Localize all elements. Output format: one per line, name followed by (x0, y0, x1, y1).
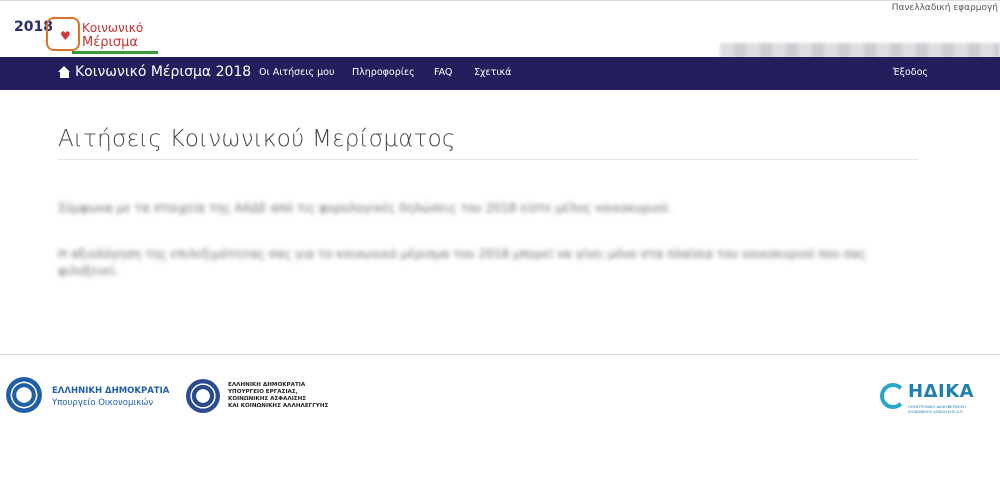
ministry1-line1: ΕΛΛΗΝΙΚΗ ΔΗΜΟΚΡΑΤΙΑ (52, 386, 170, 396)
main-navbar: Κοινωνικό Μέρισμα 2018 Οι Αιτήσεις μου Π… (0, 57, 1000, 90)
idika-subtitle: ΗΛΕΚΤΡΟΝΙΚΗ ΔΙΑΚΥΒΕΡΝΗΣΗ ΚΟΙΝΩΝΙΚΗΣ ΑΣΦΑ… (908, 404, 966, 414)
logout-link[interactable]: Έξοδος (893, 67, 928, 78)
greek-republic-seal-icon (6, 377, 42, 413)
heart-icon: ♥ (60, 29, 71, 43)
page-title: Αιτήσεις Κοινωνικού Μερίσματος (58, 126, 456, 152)
ministry2-text: ΕΛΛΗΝΙΚΗ ΔΗΜΟΚΡΑΤΙΑ ΥΠΟΥΡΓΕΙΟ ΕΡΓΑΣΙΑΣ, … (228, 382, 329, 409)
logo-underline (72, 51, 158, 54)
nav-information[interactable]: Πληροφορίες (352, 67, 415, 78)
idika-swirl-icon (880, 383, 906, 409)
nav-about[interactable]: Σχετικά (474, 67, 511, 78)
ministry1-line2: Υπουργείο Οικονομικών (52, 398, 154, 408)
info-paragraph-2: Η αξιολόγηση της επιλεξιμότητας σας για … (58, 247, 867, 278)
user-info-blurred (720, 43, 1000, 58)
brand-label: Κοινωνικό Μέρισμα 2018 (75, 64, 252, 80)
idika-logo: ΗΔΙΚΑ ΗΛΕΚΤΡΟΝΙΚΗ ΔΙΑΚΥΒΕΡΝΗΣΗ ΚΟΙΝΩΝΙΚΗ… (880, 381, 980, 415)
title-divider (58, 159, 918, 160)
logo-mark-icon: ♥ (46, 17, 80, 51)
brand-home-link[interactable]: Κοινωνικό Μέρισμα 2018 (58, 64, 251, 80)
info-paragraph-1: Σύμφωνα με τα στοιχεία της ΑΑΔΕ από τις … (58, 201, 672, 215)
logo-line2: Μέρισμα (82, 35, 138, 50)
logo-line1: Κοινωνικό (82, 21, 144, 35)
top-header: 2018 ♥ Κοινωνικό Μέρισμα Πανελλαδική εφα… (0, 0, 1000, 58)
ministry-labour-seal-icon (186, 379, 220, 413)
idika-name: ΗΔΙΚΑ (908, 381, 975, 402)
region-link[interactable]: Πανελλαδική εφαρμογή (892, 3, 998, 13)
nav-my-applications[interactable]: Οι Αιτήσεις μου (259, 67, 335, 78)
footer-divider (0, 354, 1000, 355)
site-logo[interactable]: 2018 ♥ Κοινωνικό Μέρισμα (12, 15, 158, 55)
home-icon (58, 65, 71, 79)
nav-faq[interactable]: FAQ (434, 67, 452, 78)
page: 2018 ♥ Κοινωνικό Μέρισμα Πανελλαδική εφα… (0, 0, 1000, 479)
